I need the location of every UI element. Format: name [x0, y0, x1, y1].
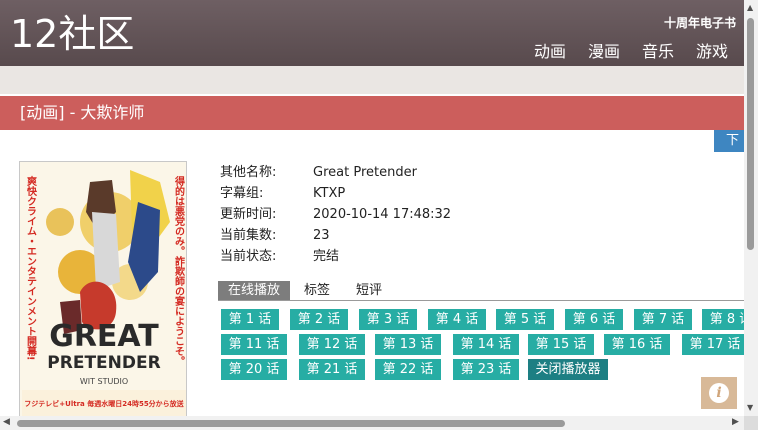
episode-button[interactable]: 第 7 话 [634, 309, 692, 330]
episode-row: 第 20 话第 21 话第 22 话第 23 话关闭播放器 [221, 359, 744, 381]
poster-bottom-text: フジテレビ+Ultra 毎週水曜日24時55分から放送 [24, 399, 184, 408]
info-row: 更新时间: 2020-10-14 17:48:32 [220, 204, 451, 225]
nav-anime[interactable]: 动画 [534, 38, 566, 62]
info-value: 23 [313, 228, 330, 243]
episode-button[interactable]: 第 3 话 [359, 309, 417, 330]
anniversary-ebook-link[interactable]: 十周年电子书 [664, 14, 736, 31]
episode-button[interactable]: 第 21 话 [299, 359, 365, 380]
tab-tags[interactable]: 标签 [294, 281, 340, 300]
info-label: 当前集数: [220, 228, 277, 243]
nav-manga[interactable]: 漫画 [588, 38, 620, 62]
close-player-button[interactable]: 关闭播放器 [528, 359, 608, 380]
info-row: 当前集数: 23 [220, 225, 451, 246]
info-float-button[interactable]: i [701, 377, 737, 409]
scroll-right-arrow-icon[interactable]: ▶ [732, 417, 739, 427]
main-nav: 动画 漫画 音乐 游戏 [534, 38, 728, 62]
download-button[interactable]: 下载 [714, 130, 744, 152]
info-label: 字幕组: [220, 186, 264, 201]
content-tabs: 在线播放 标签 短评 [218, 281, 744, 301]
anime-info: 其他名称: Great Pretender 字幕组: KTXP 更新时间: 2020-10… [220, 162, 451, 267]
info-label: 当前状态: [220, 249, 277, 264]
info-icon: i [709, 383, 729, 403]
episode-row: 第 11 话第 12 话第 13 话第 14 话第 15 话第 16 话第 17… [221, 334, 744, 359]
poster-title-line1: GREAT [49, 319, 159, 354]
site-logo[interactable]: 12社区 [10, 12, 134, 56]
episode-button[interactable]: 第 11 话 [221, 334, 287, 355]
episode-button[interactable]: 第 12 话 [299, 334, 365, 355]
vertical-scroll-thumb[interactable] [747, 18, 754, 250]
episode-button[interactable]: 第 16 话 [604, 334, 670, 355]
info-value: 完结 [313, 249, 340, 264]
episode-button[interactable]: 第 14 话 [453, 334, 519, 355]
poster-title-line2: PRETENDER [47, 353, 160, 373]
vertical-scrollbar[interactable]: ▲ ▼ [744, 0, 758, 430]
scrollbar-corner [744, 416, 758, 430]
horizontal-scrollbar[interactable]: ◀ ▶ [0, 416, 744, 430]
poster-studio: WIT STUDIO [80, 377, 128, 386]
scroll-left-arrow-icon[interactable]: ◀ [3, 417, 10, 427]
episode-button[interactable]: 第 8 话 [702, 309, 744, 330]
tab-short-reviews[interactable]: 短评 [346, 281, 392, 300]
site-header: 12社区 十周年电子书 动画 漫画 音乐 游戏 [0, 0, 744, 66]
episode-button[interactable]: 第 23 话 [453, 359, 519, 380]
info-label: 更新时间: [220, 207, 277, 222]
info-value: Great Pretender [313, 165, 417, 180]
nav-music[interactable]: 音乐 [642, 38, 674, 62]
episode-button[interactable]: 第 13 话 [375, 334, 441, 355]
poster-image: 爽快クライム・エンタテインメント開幕! 得的は悪党のみ。詐欺師の宴にようこそ。 … [20, 162, 186, 418]
sub-header-band [0, 66, 744, 94]
episode-list: 第 1 话第 2 话第 3 话第 4 话第 5 话第 6 话第 7 话第 8 话… [221, 309, 744, 381]
episode-button[interactable]: 第 6 话 [565, 309, 623, 330]
nav-games[interactable]: 游戏 [696, 38, 728, 62]
info-row: 当前状态: 完结 [220, 246, 451, 267]
episode-button[interactable]: 第 15 话 [528, 334, 594, 355]
episode-button[interactable]: 第 5 话 [496, 309, 554, 330]
episode-button[interactable]: 第 17 话 [682, 334, 744, 355]
scroll-down-arrow-icon[interactable]: ▼ [747, 403, 753, 412]
episode-button[interactable]: 第 4 话 [428, 309, 486, 330]
episode-row: 第 1 话第 2 话第 3 话第 4 话第 5 话第 6 话第 7 话第 8 话 [221, 309, 744, 334]
horizontal-scroll-thumb[interactable] [17, 420, 565, 427]
episode-button[interactable]: 第 22 话 [375, 359, 441, 380]
tab-online-play[interactable]: 在线播放 [218, 281, 291, 300]
info-value: 2020-10-14 17:48:32 [313, 207, 452, 222]
info-row: 其他名称: Great Pretender [220, 162, 451, 183]
page-title: [动画] - 大欺诈师 [0, 96, 744, 130]
anime-poster: 爽快クライム・エンタテインメント開幕! 得的は悪党のみ。詐欺師の宴にようこそ。 … [19, 161, 187, 419]
episode-button[interactable]: 第 2 话 [290, 309, 348, 330]
info-value: KTXP [313, 186, 346, 201]
scroll-up-arrow-icon[interactable]: ▲ [747, 3, 753, 12]
info-row: 字幕组: KTXP [220, 183, 451, 204]
episode-button[interactable]: 第 20 话 [221, 359, 287, 380]
info-label: 其他名称: [220, 165, 277, 180]
episode-button[interactable]: 第 1 话 [221, 309, 279, 330]
